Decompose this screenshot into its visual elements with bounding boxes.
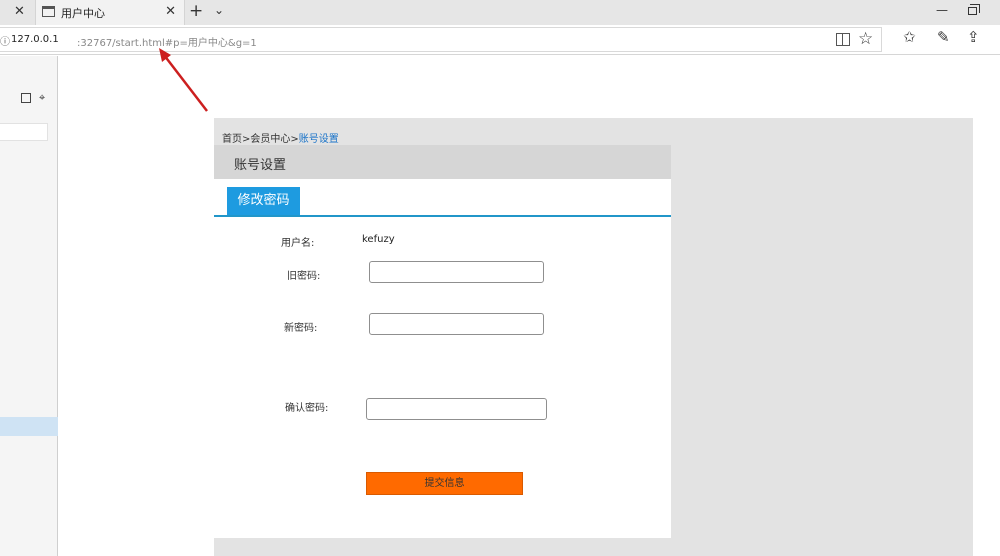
close-icon[interactable]: ✕ [165,4,176,19]
tab-user-center[interactable]: 用户中心 ✕ [35,0,185,25]
breadcrumb-current: 账号设置 [298,134,339,145]
breadcrumb: 首页>会员中心>账号设置 [222,130,339,145]
account-settings-panel: 账号设置 修改密码 用户名: kefuzy 旧密码: 新密码: 确认密码: 提交… [214,145,671,538]
restore-button[interactable] [968,4,980,15]
panel-header: 账号设置 [214,145,671,179]
left-sidebar: ⌖ [0,56,58,556]
old-password-input[interactable] [369,261,544,283]
submit-button[interactable]: 提交信息 [366,472,523,495]
breadcrumb-home[interactable]: 首页 [222,134,242,145]
content-container: 首页>会员中心>账号设置 账号设置 修改密码 用户名: kefuzy 旧密码: … [214,118,973,556]
info-icon[interactable]: ⓘ [0,33,10,48]
username-value: kefuzy [362,234,395,245]
confirm-password-label: 确认密码: [285,403,329,414]
address-bar[interactable]: ⓘ 127.0.0.1 :32767/start.html#p=用户中心&g=1… [0,27,882,52]
new-password-input[interactable] [369,313,544,335]
sidebar-search-input[interactable] [0,123,48,141]
chevron-down-icon[interactable]: ⌄ [214,3,224,17]
edit-icon[interactable] [21,93,31,103]
new-tab-button[interactable]: + [189,1,203,21]
reading-view-icon[interactable] [836,33,850,46]
username-label: 用户名: [281,238,315,249]
annotation-arrow [159,48,208,112]
breadcrumb-member[interactable]: 会员中心 [250,134,290,145]
cursor-icon[interactable]: ⌖ [39,91,45,105]
tab-strip: ✕ 用户中心 ✕ + ⌄ — [0,0,1000,25]
new-password-label: 新密码: [284,323,318,334]
tab-title: 用户中心 [61,7,105,20]
page-icon [42,6,55,17]
tab-underline [214,215,671,217]
tab-change-password[interactable]: 修改密码 [227,187,300,215]
page-title: 账号设置 [234,158,287,173]
pen-icon[interactable]: ✎ [937,28,950,46]
old-password-label: 旧密码: [287,271,321,282]
previous-tab[interactable]: ✕ [0,0,35,25]
star-icon[interactable]: ☆ [858,29,873,49]
close-icon[interactable]: ✕ [14,4,25,19]
confirm-password-input[interactable] [366,398,547,420]
favorites-hub-icon[interactable]: ✩ [903,28,916,46]
sidebar-selected-item[interactable] [0,417,58,436]
breadcrumb-separator: > [290,134,299,145]
url-host: 127.0.0.1 [11,34,59,45]
share-icon[interactable]: ⇪ [967,28,980,46]
minimize-button[interactable]: — [936,3,948,17]
